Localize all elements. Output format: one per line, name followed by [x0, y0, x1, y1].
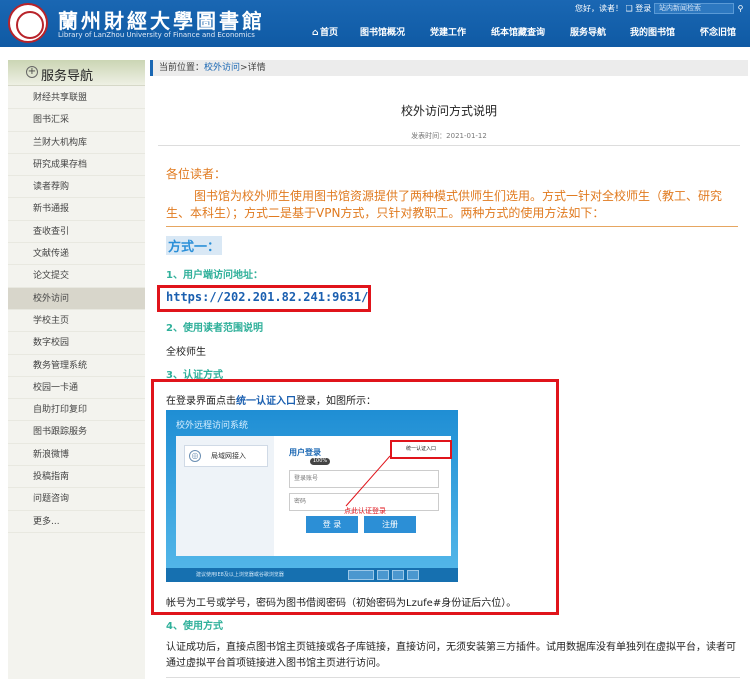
screenshot-login-card: 局域网接入 ◎ 用户登录 100% 登录账号 密码 登 录 注册 统一认证入口 … — [176, 436, 452, 556]
login-instruction-suffix: 登录，如图所示： — [296, 396, 376, 407]
screenshot-title: 校外远程访问系统 — [176, 421, 249, 431]
plus-icon: + — [26, 66, 38, 78]
sidebar-item[interactable]: 学校主页 — [8, 310, 145, 333]
user-icon: ❑ — [625, 4, 633, 13]
library-logo-subtitle: Library of LanZhou University of Finance… — [58, 31, 255, 39]
breadcrumb-prefix: 当前位置： — [159, 63, 205, 73]
nav-overview[interactable]: 图书馆概况 — [360, 24, 424, 42]
nav-my-library[interactable]: 我的图书馆 — [630, 24, 692, 42]
screenshot-register-button: 注册 — [364, 516, 416, 533]
sidebar-item[interactable]: 图书跟踪服务 — [8, 421, 145, 444]
mode-one-heading: 方式一： — [166, 236, 223, 255]
sidebar-item[interactable]: 校园一卡通 — [8, 377, 145, 400]
login-instruction-prefix: 在登录界面点击 — [166, 396, 236, 407]
section-4-heading: 4、使用方式 — [166, 621, 223, 632]
scope-text: 全校师生 — [166, 347, 206, 358]
main-nav: ⌂ 首页 图书馆概况 党建工作 纸本馆藏查询 服务导航 我的图书馆 怀念旧馆 — [300, 24, 736, 42]
sidebar-item[interactable]: 数字校园 — [8, 332, 145, 355]
sidebar-item[interactable]: 更多... — [8, 511, 145, 533]
sidebar-item[interactable]: 教务管理系统 — [8, 355, 145, 377]
site-header: 蘭州財經大學圖書館 Library of LanZhou University … — [0, 0, 750, 47]
sidebar-header: + 服务导航 — [8, 60, 145, 86]
nav-catalog[interactable]: 纸本馆藏查询 — [491, 24, 571, 42]
nav-services[interactable]: 服务导航 — [570, 24, 628, 42]
sidebar-item[interactable]: 新书通报 — [8, 198, 145, 221]
nav-home[interactable]: 首页 — [320, 24, 360, 42]
section-1-heading: 1、用户端访问地址： — [166, 270, 263, 281]
screenshot-login-title: 用户登录 — [289, 448, 321, 457]
article-title: 校外访问方式说明 — [400, 104, 497, 118]
sidebar-item[interactable]: 读者荐购 — [8, 176, 145, 199]
annotation-arrow-icon — [345, 455, 391, 507]
sidebar: + 服务导航 财经共享联盟 图书汇采 兰财大机构库 研究成果存档 读者荐购 新书… — [8, 60, 145, 679]
university-seal-logo[interactable] — [8, 3, 48, 43]
breadcrumb: 当前位置：校外访问>详情 — [150, 60, 748, 76]
intro-divider — [166, 226, 738, 227]
sidebar-title: 服务导航 — [41, 69, 94, 84]
sidebar-item[interactable]: 文献传递 — [8, 243, 145, 266]
sidebar-item[interactable]: 论文提交 — [8, 265, 145, 288]
sidebar-item[interactable]: 研究成果存档 — [8, 154, 145, 177]
greeting-heading: 各位读者： — [166, 167, 227, 181]
sidebar-item[interactable]: 新浪微博 — [8, 444, 145, 467]
screenshot-left-panel: 局域网接入 ◎ — [176, 436, 274, 556]
search-icon[interactable]: ⚲ — [735, 3, 746, 14]
top-links: 您好，读者！ ❑ 登录 — [575, 3, 651, 14]
greeting-text: 您好，读者！ — [575, 4, 623, 13]
nav-old-library[interactable]: 怀念旧馆 — [700, 24, 750, 42]
bottom-divider — [166, 677, 740, 678]
breadcrumb-link[interactable]: 校外访问 — [204, 63, 240, 73]
login-link[interactable]: 登录 — [635, 4, 651, 13]
screenshot-footer-button — [348, 570, 374, 580]
screenshot-login-button: 登 录 — [306, 516, 358, 533]
sidebar-menu: 财经共享联盟 图书汇采 兰财大机构库 研究成果存档 读者荐购 新书通报 查收查引… — [8, 87, 145, 533]
title-divider — [158, 145, 740, 146]
access-url-link[interactable]: https://202.201.82.241:9631/ — [166, 290, 368, 304]
breadcrumb-separator: > — [240, 63, 248, 73]
usage-paragraph: 认证成功后，直接点图书馆主页链接或各子库链接，直接访问，无须安装第三方插件。试用… — [166, 642, 736, 669]
nav-party[interactable]: 党建工作 — [430, 24, 490, 42]
article-date: 发表时间：2021-01-12 — [411, 132, 487, 140]
account-note: 帐号为工号或学号，密码为图书借阅密码（初始密码为Lzufe#身份证后六位）。 — [166, 598, 517, 609]
sidebar-item[interactable]: 财经共享联盟 — [8, 87, 145, 110]
breadcrumb-current: 详情 — [247, 63, 266, 73]
unified-auth-link[interactable]: 统一认证入口 — [236, 396, 296, 407]
sidebar-item[interactable]: 问题咨询 — [8, 488, 145, 511]
screenshot-auth-entry-annotation: 统一认证入口 — [390, 440, 452, 459]
screenshot-footer-button — [407, 570, 419, 580]
globe-icon: ◎ — [189, 450, 201, 462]
sidebar-item[interactable]: 兰财大机构库 — [8, 132, 145, 154]
login-instruction: 在登录界面点击统一认证入口登录，如图所示： — [166, 392, 376, 407]
sidebar-item[interactable]: 自助打印复印 — [8, 399, 145, 422]
sidebar-item-offcampus-access[interactable]: 校外访问 — [8, 287, 145, 310]
screenshot-footer-button — [377, 570, 389, 580]
site-search-input[interactable]: 站内新闻检索 — [654, 3, 734, 14]
login-screenshot-image: 校外远程访问系统 局域网接入 ◎ 用户登录 100% 登录账号 密码 登 录 注… — [166, 410, 458, 582]
screenshot-footer-button — [392, 570, 404, 580]
sidebar-item[interactable]: 投稿指南 — [8, 466, 145, 489]
screenshot-click-annotation: 点此认证登录 — [344, 507, 386, 515]
screenshot-footer-text: 建议使用IE8及以上浏览器或谷歌浏览器 — [196, 572, 284, 578]
library-logo-title[interactable]: 蘭州財經大學圖書館 — [58, 5, 265, 34]
intro-paragraph: 图书馆为校外师生使用图书馆资源提供了两种模式供师生们选用。方式一针对全校师生（教… — [166, 189, 723, 220]
sidebar-item[interactable]: 图书汇采 — [8, 109, 145, 132]
sidebar-item[interactable]: 查收查引 — [8, 221, 145, 244]
section-2-heading: 2、使用读者范围说明 — [166, 323, 263, 334]
